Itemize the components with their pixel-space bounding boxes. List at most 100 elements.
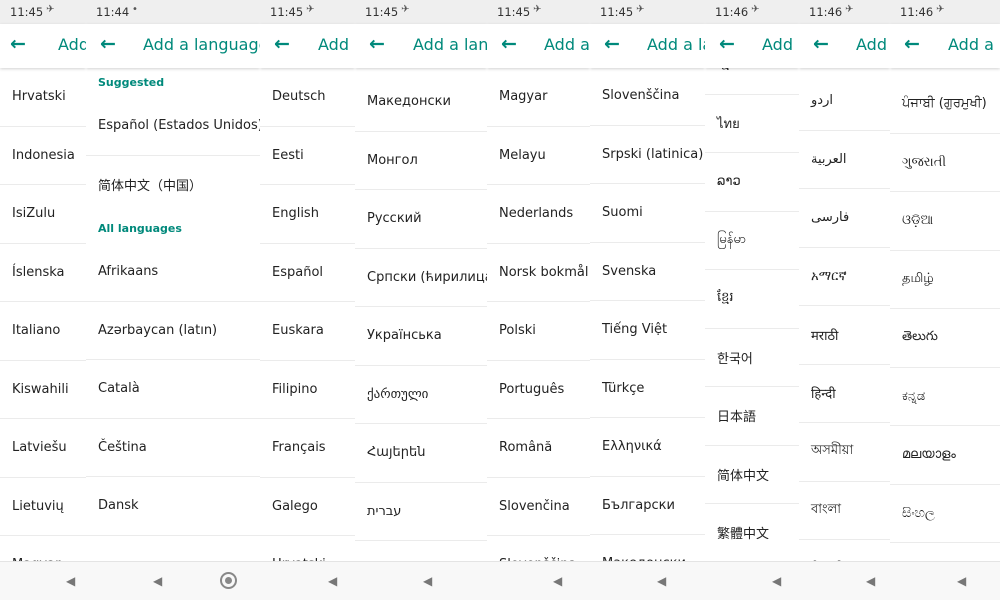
back-arrow-icon[interactable]: ←: [369, 33, 385, 55]
signal-icon: ✈: [306, 4, 314, 15]
language-item[interactable]: Melayu: [487, 127, 590, 185]
language-item[interactable]: Suomi: [590, 184, 705, 243]
screen-panel-5: 11:45 ✈ ← Add a language Magyar Melayu N…: [487, 0, 590, 600]
language-item[interactable]: Čeština: [86, 419, 260, 477]
language-item[interactable]: हिन्दी: [799, 365, 890, 423]
language-item[interactable]: Македонски: [355, 73, 487, 132]
status-time: 11:45: [10, 5, 44, 19]
language-item[interactable]: मराठी: [799, 306, 890, 365]
suggested-language-item[interactable]: 简体中文（中国）: [86, 156, 260, 215]
language-item[interactable]: Íslenska: [0, 244, 86, 302]
language-item[interactable]: Afrikaans: [86, 243, 260, 302]
language-item[interactable]: മലയാളം: [890, 426, 1000, 485]
language-item[interactable]: Norsk bokmål: [487, 244, 590, 302]
language-item[interactable]: ગુજરાતી: [890, 134, 1000, 192]
language-item[interactable]: Srpski (latinica): [590, 126, 705, 184]
language-item[interactable]: Polski: [487, 302, 590, 361]
language-item[interactable]: ไทย: [705, 95, 799, 153]
language-item[interactable]: Azərbaycan (latın): [86, 302, 260, 360]
back-arrow-icon[interactable]: ←: [10, 33, 26, 55]
language-item[interactable]: Français: [260, 419, 355, 478]
language-item[interactable]: Deutsch: [260, 68, 355, 127]
language-item[interactable]: অসমীয়া: [799, 423, 890, 482]
language-item[interactable]: සිංහල: [890, 485, 1000, 543]
back-arrow-icon[interactable]: ←: [813, 33, 829, 55]
language-item[interactable]: Slovenščina: [590, 67, 705, 126]
nav-back-icon[interactable]: ◀: [423, 574, 432, 588]
language-item[interactable]: ქართული: [355, 366, 487, 424]
language-item[interactable]: Eesti: [260, 127, 355, 185]
nav-back-icon[interactable]: ◀: [153, 574, 162, 588]
language-item[interactable]: Latviešu: [0, 419, 86, 478]
nav-back-icon[interactable]: ◀: [772, 574, 781, 588]
language-item[interactable]: Български: [590, 477, 705, 535]
language-item[interactable]: Монгол: [355, 132, 487, 190]
language-item[interactable]: বাংলা: [799, 482, 890, 540]
back-arrow-icon[interactable]: ←: [904, 33, 920, 55]
back-arrow-icon[interactable]: ←: [719, 33, 735, 55]
language-item[interactable]: 日本語: [705, 387, 799, 446]
language-item[interactable]: فارسی: [799, 189, 890, 248]
language-item[interactable]: Հայերեն: [355, 424, 487, 483]
nav-back-icon[interactable]: ◀: [66, 574, 75, 588]
language-item[interactable]: Ελληνικά: [590, 418, 705, 477]
page-title: Add a language: [318, 35, 355, 54]
nav-back-icon[interactable]: ◀: [866, 574, 875, 588]
language-item[interactable]: Tiếng Việt: [590, 301, 705, 360]
language-item[interactable]: Magyar: [487, 68, 590, 127]
status-bar: 11:46 ✈: [799, 0, 890, 24]
language-item[interactable]: IsiZulu: [0, 185, 86, 244]
nav-back-icon[interactable]: ◀: [957, 574, 966, 588]
language-item[interactable]: اردو: [799, 72, 890, 131]
back-arrow-icon[interactable]: ←: [100, 33, 116, 55]
language-item[interactable]: తెలుగు: [890, 309, 1000, 368]
language-item[interactable]: Filipino: [260, 361, 355, 419]
back-arrow-icon[interactable]: ←: [274, 33, 290, 55]
suggested-language-item[interactable]: Español (Estados Unidos): [86, 97, 260, 156]
language-item[interactable]: Euskara: [260, 302, 355, 361]
language-item[interactable]: Español: [260, 244, 355, 302]
language-item[interactable]: العربية: [799, 131, 890, 189]
nav-bar: ◀: [0, 561, 86, 600]
nav-back-icon[interactable]: ◀: [553, 574, 562, 588]
language-item[interactable]: አማርኛ: [799, 248, 890, 306]
language-item[interactable]: Русский: [355, 190, 487, 249]
nav-back-icon[interactable]: ◀: [328, 574, 337, 588]
language-item[interactable]: မြန်မာ: [705, 212, 799, 270]
language-item[interactable]: 한국어: [705, 329, 799, 387]
language-item[interactable]: עברית: [355, 483, 487, 541]
language-item[interactable]: Slovenčina: [487, 478, 590, 536]
language-item[interactable]: Română: [487, 419, 590, 478]
language-item[interactable]: Kiswahili: [0, 361, 86, 419]
language-item[interactable]: Dansk: [86, 477, 260, 536]
language-item[interactable]: ਪੰਜਾਬੀ (ਗੁਰਮੁਖੀ): [890, 75, 1000, 134]
signal-icon: ✈: [751, 4, 759, 15]
language-item[interactable]: தமிழ்: [890, 251, 1000, 309]
language-item[interactable]: Italiano: [0, 302, 86, 361]
language-item[interactable]: English: [260, 185, 355, 244]
language-item[interactable]: Türkçe: [590, 360, 705, 418]
language-item[interactable]: Српски (ћирилица): [355, 249, 487, 307]
language-item[interactable]: ລາວ: [705, 153, 799, 212]
back-arrow-icon[interactable]: ←: [604, 33, 620, 55]
nav-back-icon[interactable]: ◀: [657, 574, 666, 588]
language-item[interactable]: Українська: [355, 307, 487, 366]
app-bar: ← Add a language: [260, 24, 355, 68]
language-item[interactable]: Català: [86, 360, 260, 419]
nav-bar: ◀: [890, 561, 1000, 600]
language-item[interactable]: Lietuvių: [0, 478, 86, 536]
language-item[interactable]: ଓଡ଼ିଆ: [890, 192, 1000, 251]
language-item[interactable]: ಕನ್ನಡ: [890, 368, 1000, 426]
language-item[interactable]: Hrvatski: [0, 68, 86, 127]
language-item[interactable]: 繁體中文: [705, 504, 799, 563]
language-item[interactable]: Svenska: [590, 243, 705, 301]
app-bar: ← Add a language: [355, 24, 487, 68]
language-item[interactable]: Português: [487, 361, 590, 419]
nav-home-icon[interactable]: [220, 572, 237, 589]
language-item[interactable]: Nederlands: [487, 185, 590, 244]
language-item[interactable]: 简体中文: [705, 446, 799, 504]
language-item[interactable]: Indonesia: [0, 127, 86, 185]
language-item[interactable]: Galego: [260, 478, 355, 536]
language-item[interactable]: ខ្មែរ: [705, 270, 799, 329]
back-arrow-icon[interactable]: ←: [501, 33, 517, 55]
